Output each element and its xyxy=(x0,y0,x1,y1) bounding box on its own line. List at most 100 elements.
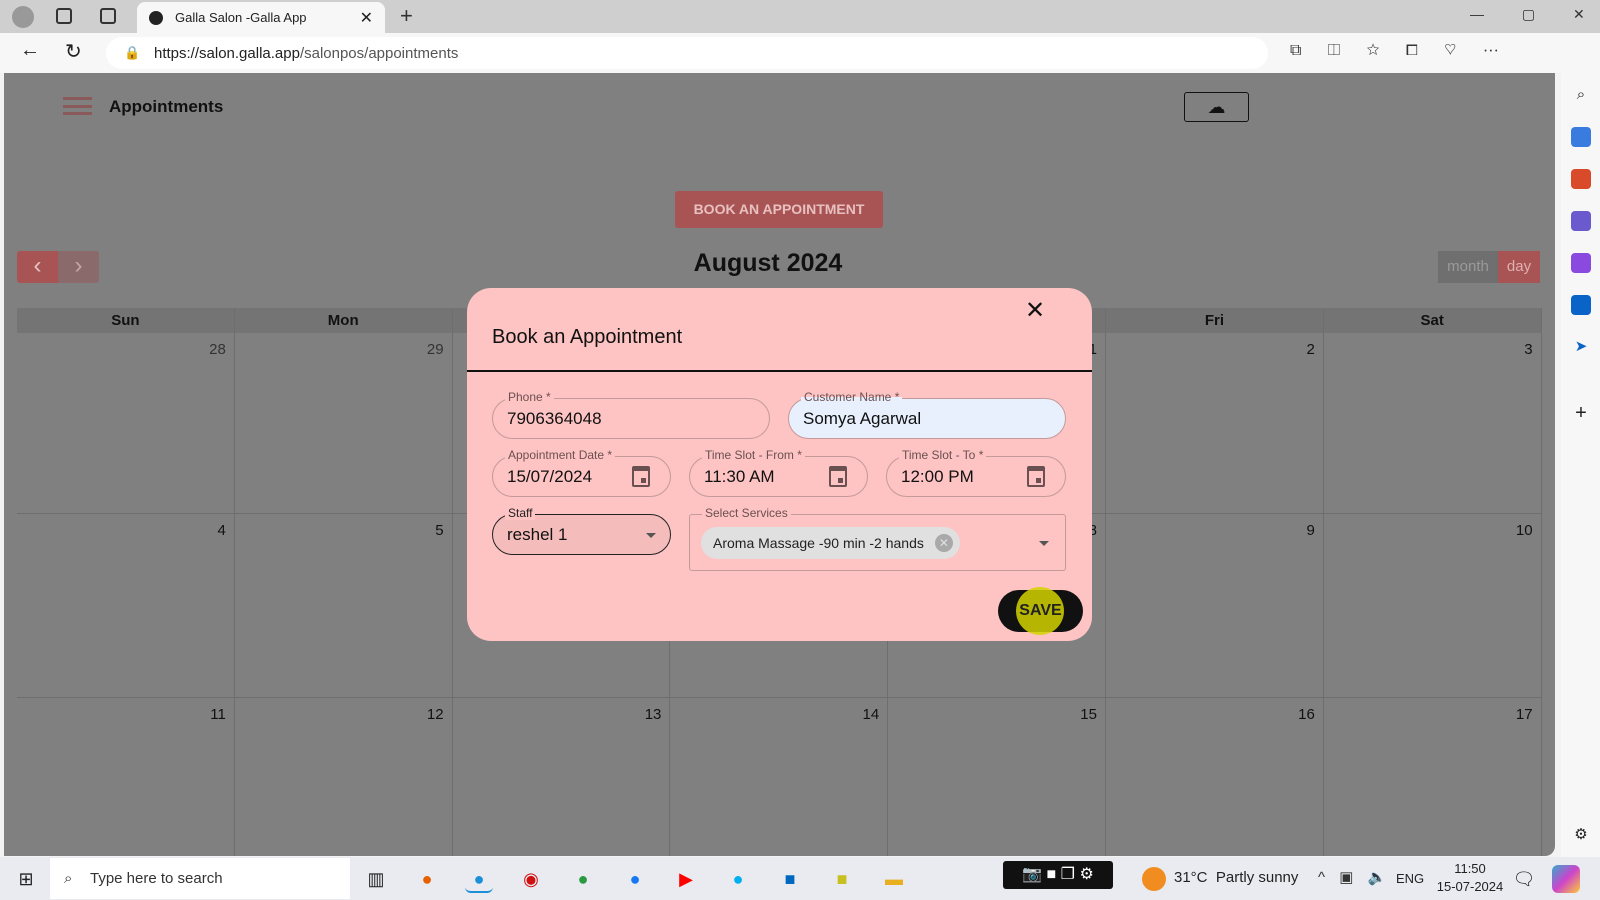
dialog-divider xyxy=(467,370,1092,372)
next-month-button[interactable]: › xyxy=(58,251,99,283)
close-tab-icon[interactable]: ✕ xyxy=(360,8,373,28)
calendar-day-cell[interactable]: 5 xyxy=(234,514,453,698)
shopping-tag-icon[interactable] xyxy=(1571,127,1591,147)
url-input[interactable]: 🔒 https://salon.galla.app/salonpos/appoi… xyxy=(106,37,1268,69)
weather-icon xyxy=(1142,867,1166,891)
book-appointment-dialog: Book an Appointment ✕ Phone * 7906364048… xyxy=(467,288,1092,641)
firefox-icon[interactable]: ● xyxy=(413,865,441,893)
services-select[interactable]: Select Services Aroma Massage -90 min -2… xyxy=(689,506,1066,571)
windows-start-icon[interactable]: ⊞ xyxy=(12,865,40,893)
url-host: https://salon.galla.app xyxy=(154,44,300,62)
appointment-date-field[interactable]: Appointment Date * 15/07/2024 xyxy=(492,448,671,497)
time-to-field[interactable]: Time Slot - To * 12:00 PM xyxy=(886,448,1066,497)
tab-title: Galla Salon -Galla App xyxy=(175,10,307,25)
date-value: 15/07/2024 xyxy=(507,467,593,486)
calendar-icon[interactable] xyxy=(829,466,847,487)
book-appointment-button[interactable]: BOOK AN APPOINTMENT xyxy=(675,191,883,228)
notifications-icon[interactable]: 🗨 xyxy=(1510,865,1538,893)
browser-toolbar-icons[interactable]: ⧉ ◫ ☆ ⧠ ♡ ⋯ xyxy=(1290,42,1499,60)
facebook-icon[interactable]: ● xyxy=(621,865,649,893)
chevron-down-icon xyxy=(646,533,656,538)
calendar-day-cell[interactable]: 14 xyxy=(670,698,889,856)
time-from-value: 11:30 AM xyxy=(704,467,775,486)
staff-select[interactable]: Staff reshel 1 xyxy=(492,506,671,555)
calendar-day-cell[interactable]: 28 xyxy=(17,333,235,514)
language-indicator[interactable]: ENG xyxy=(1396,871,1424,886)
chevron-down-icon xyxy=(1039,541,1049,546)
file-explorer-icon[interactable]: ▬ xyxy=(880,865,908,893)
new-tab-button[interactable]: + xyxy=(400,3,413,29)
lock-icon: 🔒 xyxy=(124,45,141,60)
app-icon[interactable]: ■ xyxy=(828,865,856,893)
browser-tab[interactable]: Galla Salon -Galla App ✕ xyxy=(137,2,385,33)
search-placeholder: Type here to search xyxy=(90,870,223,887)
calendar-day-cell[interactable]: 9 xyxy=(1106,514,1324,698)
capture-toolbar[interactable]: 📷 ■ ❐ ⚙ xyxy=(1003,861,1113,889)
remove-chip-icon[interactable]: ✕ xyxy=(934,534,953,552)
page-title: Appointments xyxy=(109,97,224,116)
calendar-day-cell[interactable]: 11 xyxy=(17,698,235,856)
chrome-icon[interactable]: ● xyxy=(569,865,597,893)
task-view-icon[interactable]: ▥ xyxy=(362,865,390,893)
time-to-value: 12:00 PM xyxy=(901,467,974,486)
dialog-title: Book an Appointment xyxy=(492,326,683,348)
phone-field[interactable]: Phone * 7906364048 xyxy=(492,390,770,439)
save-button[interactable]: SAVE xyxy=(998,587,1083,635)
calendar-icon[interactable] xyxy=(632,466,650,487)
tools-icon[interactable] xyxy=(1571,169,1591,189)
games-icon[interactable] xyxy=(1571,211,1591,231)
weekday-header: Fri xyxy=(1106,308,1324,333)
record-icon[interactable]: ◉ xyxy=(517,865,545,893)
window-controls[interactable]: — ▢ ✕ xyxy=(1470,6,1585,23)
customer-name-field[interactable]: Customer Name * Somya Agarwal xyxy=(788,390,1066,439)
weekday-header: Sun xyxy=(17,308,235,333)
settings-icon[interactable]: ⚙ xyxy=(1571,825,1591,845)
cloud-download-button[interactable]: ☁ xyxy=(1184,92,1249,122)
address-bar-row: ← ↻ 🔒 https://salon.galla.app/salonpos/a… xyxy=(0,33,1600,73)
calendar-day-cell[interactable]: 15 xyxy=(888,698,1106,856)
calendar-day-cell[interactable]: 12 xyxy=(235,698,453,856)
store-icon[interactable]: ■ xyxy=(776,865,804,893)
youtube-icon[interactable]: ▶ xyxy=(672,865,700,893)
clock[interactable]: 11:50 15-07-2024 xyxy=(1430,860,1510,896)
view-day-button[interactable]: day xyxy=(1498,251,1540,283)
url-path: /salonpos/appointments xyxy=(299,44,459,62)
phone-value: 7906364048 xyxy=(507,409,602,428)
copilot-icon[interactable] xyxy=(1552,865,1580,893)
calendar-day-cell[interactable]: 29 xyxy=(234,333,453,514)
prev-month-button[interactable]: ‹ xyxy=(17,251,58,283)
date-label: Appointment Date * xyxy=(505,448,616,462)
send-icon[interactable]: ➤ xyxy=(1571,337,1591,357)
tab-actions-icon[interactable] xyxy=(100,8,116,24)
time-from-field[interactable]: Time Slot - From * 11:30 AM xyxy=(689,448,868,497)
calendar-day-cell[interactable]: 3 xyxy=(1323,333,1542,514)
weekday-header: Mon xyxy=(234,308,453,333)
close-icon[interactable]: ✕ xyxy=(1025,296,1045,325)
workspaces-icon[interactable] xyxy=(56,8,72,24)
calendar-icon[interactable] xyxy=(1027,466,1045,487)
calendar-day-cell[interactable]: 17 xyxy=(1324,698,1542,856)
skype-icon[interactable]: ● xyxy=(724,865,752,893)
back-icon[interactable]: ← xyxy=(20,39,40,62)
weekday-header: Sat xyxy=(1323,308,1542,333)
add-icon[interactable]: + xyxy=(1571,403,1591,423)
taskbar-search-input[interactable]: ⌕ Type here to search xyxy=(50,858,350,899)
search-icon[interactable]: ⌕ xyxy=(1571,85,1591,105)
office-icon[interactable] xyxy=(1571,253,1591,273)
services-label: Select Services xyxy=(702,506,791,520)
staff-label: Staff xyxy=(505,506,536,520)
calendar-day-cell[interactable]: 2 xyxy=(1106,333,1324,514)
outlook-icon[interactable] xyxy=(1571,295,1591,315)
menu-icon[interactable] xyxy=(63,97,92,115)
edge-sidebar: ⌕ ➤ + ⚙ xyxy=(1561,73,1600,857)
calendar-day-cell[interactable]: 10 xyxy=(1323,514,1542,698)
tray-icons[interactable]: ^ ▣ 🔈 xyxy=(1318,868,1386,886)
profile-icon[interactable] xyxy=(12,6,34,28)
calendar-day-cell[interactable]: 13 xyxy=(453,698,671,856)
view-month-button[interactable]: month xyxy=(1438,251,1498,283)
calendar-day-cell[interactable]: 4 xyxy=(17,514,235,698)
weather-text[interactable]: 31°C Partly sunny xyxy=(1174,869,1298,886)
calendar-day-cell[interactable]: 16 xyxy=(1106,698,1324,856)
refresh-icon[interactable]: ↻ xyxy=(65,39,82,64)
edge-icon[interactable]: ● xyxy=(465,865,493,893)
